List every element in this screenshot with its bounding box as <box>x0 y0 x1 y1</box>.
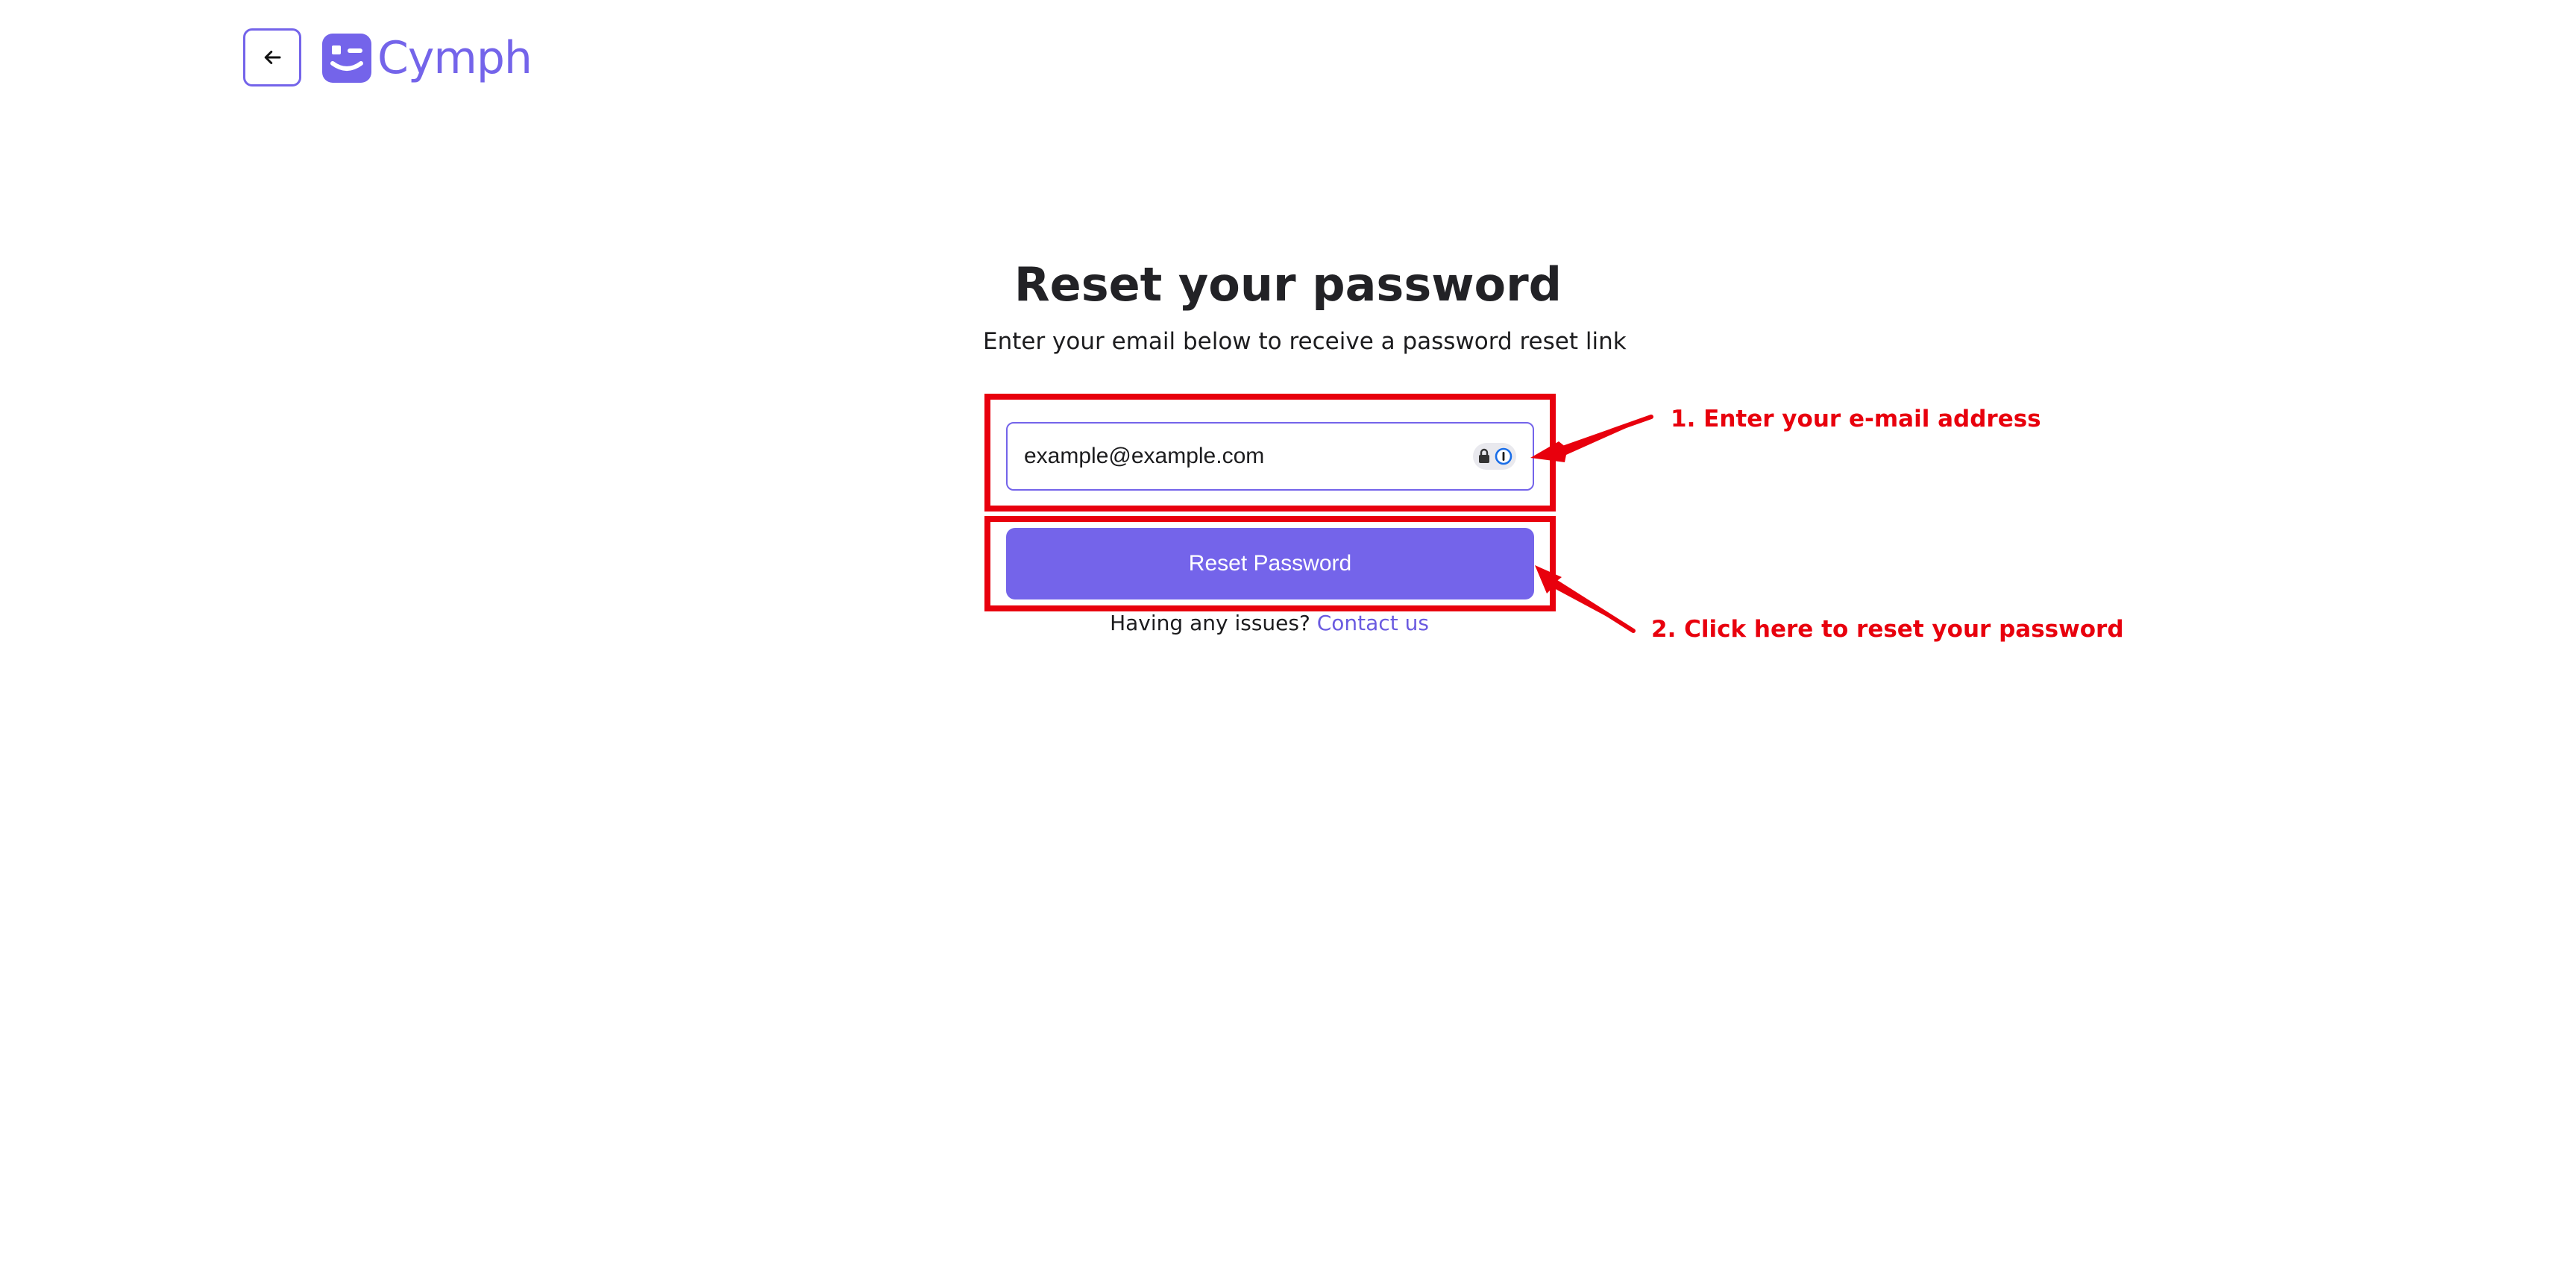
issues-line: Having any issues? Contact us <box>0 608 2539 638</box>
contact-us-link[interactable]: Contact us <box>1317 611 1429 635</box>
logo-mark-icon <box>322 34 371 83</box>
annotation-step-1: 1. Enter your e-mail address <box>1671 406 2041 432</box>
cymph-logo[interactable]: Cymph <box>322 32 533 84</box>
annotation-step-2: 2. Click here to reset your password <box>1651 616 2124 643</box>
page-subtitle: Enter your email below to receive a pass… <box>983 328 1627 355</box>
annotation-arrows <box>1530 415 1653 633</box>
reset-password-page: Cymph Reset your password Enter your ema… <box>0 0 2576 1281</box>
arrow-left-icon <box>264 51 281 64</box>
back-button[interactable] <box>243 28 301 86</box>
logo-text: Cymph <box>377 32 533 84</box>
annotation-box-button <box>984 516 1556 611</box>
issues-text: Having any issues? <box>1110 611 1310 635</box>
annotation-box-email <box>984 394 1556 512</box>
page-title: Reset your password <box>1014 257 1562 312</box>
